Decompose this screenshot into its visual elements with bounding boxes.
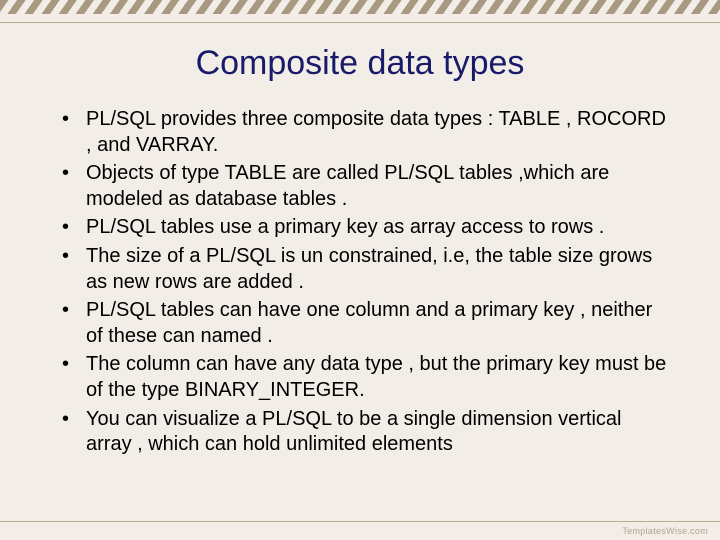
list-item: PL/SQL tables can have one column and a … (58, 298, 672, 349)
divider-top (0, 22, 720, 23)
list-item: The column can have any data type , but … (58, 352, 672, 403)
list-item: Objects of type TABLE are called PL/SQL … (58, 161, 672, 212)
slide-content: PL/SQL provides three composite data typ… (0, 107, 720, 458)
list-item: PL/SQL tables use a primary key as array… (58, 215, 672, 241)
list-item: PL/SQL provides three composite data typ… (58, 107, 672, 158)
list-item: The size of a PL/SQL is un constrained, … (58, 244, 672, 295)
list-item: You can visualize a PL/SQL to be a singl… (58, 407, 672, 458)
slide-title: Composite data types (0, 44, 720, 83)
bullet-list: PL/SQL provides three composite data typ… (58, 107, 672, 458)
watermark: TemplatesWise.com (622, 526, 708, 536)
decorative-top-border (0, 0, 720, 14)
divider-bottom (0, 521, 720, 522)
